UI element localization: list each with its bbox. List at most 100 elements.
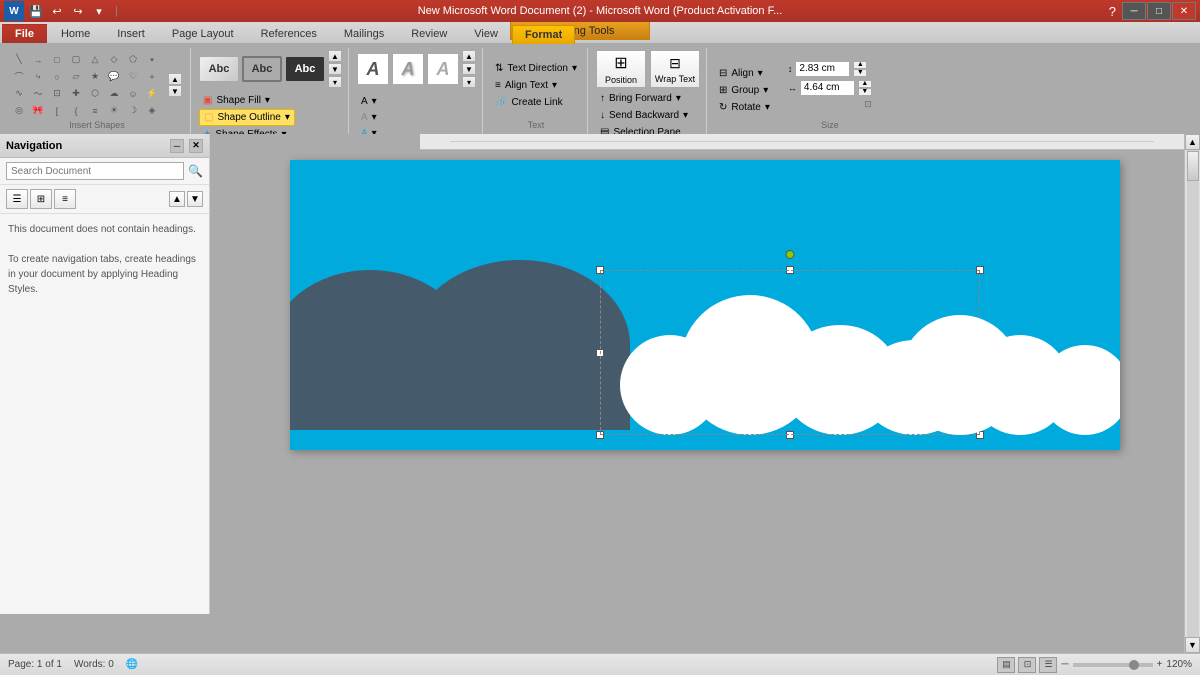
shape-oval[interactable]: ○ <box>48 69 66 85</box>
align-btn[interactable]: ⊟ Align ▾ <box>715 66 774 81</box>
text-direction-btn[interactable]: ⇅ Text Direction ▾ <box>491 61 581 76</box>
send-backward-btn[interactable]: ↓ Send Backward ▾ <box>596 108 692 123</box>
styles-scroll-more[interactable]: ▾ <box>328 76 342 88</box>
shape-smiley[interactable]: ☺ <box>124 86 142 102</box>
nav-view-grid[interactable]: ⊞ <box>30 189 52 209</box>
nav-view-list[interactable]: ☰ <box>6 189 28 209</box>
save-button[interactable]: 💾 <box>27 2 45 20</box>
view-full-btn[interactable]: ⊡ <box>1018 657 1036 673</box>
shape-arrow[interactable]: → <box>29 52 47 68</box>
maximize-button[interactable]: □ <box>1147 2 1171 20</box>
wordart-scroll-up[interactable]: ▲ <box>462 50 476 62</box>
tab-insert[interactable]: Insert <box>104 24 158 43</box>
text-direction-arrow[interactable]: ▾ <box>572 63 577 74</box>
help-button[interactable]: ? <box>1109 4 1116 19</box>
shape-brace[interactable]: { <box>67 103 85 119</box>
nav-close-btn[interactable]: ✕ <box>189 139 203 153</box>
customize-qa-button[interactable]: ▾ <box>90 2 108 20</box>
create-link-btn[interactable]: 🔗 Create Link <box>491 95 581 110</box>
style-swatch-1[interactable]: Abc <box>199 56 239 82</box>
style-swatch-3[interactable]: Abc <box>285 56 325 82</box>
nav-collapse-btn[interactable]: ─ <box>170 139 184 153</box>
shape-sun[interactable]: ☀ <box>105 103 123 119</box>
tab-review[interactable]: Review <box>398 24 460 43</box>
shape-callout[interactable]: 💬 <box>105 69 123 85</box>
zoom-slider-thumb[interactable] <box>1129 660 1139 670</box>
width-input[interactable] <box>800 80 855 96</box>
shape-more[interactable]: ▾ <box>143 52 161 68</box>
outline-dropdown-icon[interactable]: ▾ <box>285 112 290 123</box>
shape-lightning[interactable]: ⚡ <box>143 86 161 102</box>
shape-scribble[interactable]: 〜 <box>29 86 47 102</box>
shape-textbox[interactable]: ⊡ <box>48 86 66 102</box>
search-input[interactable] <box>6 162 184 180</box>
align-arrow[interactable]: ▾ <box>758 68 763 79</box>
view-web-btn[interactable]: ☰ <box>1039 657 1057 673</box>
wordart-btn-3[interactable]: A <box>427 53 459 85</box>
zoom-in-btn[interactable]: + <box>1157 659 1163 670</box>
align-text-btn[interactable]: ≡ Align Text ▾ <box>491 78 581 93</box>
nav-next-btn[interactable]: ▼ <box>187 191 203 207</box>
tab-view[interactable]: View <box>461 24 511 43</box>
width-up[interactable]: ▲ <box>858 80 872 88</box>
tab-file[interactable]: File <box>2 24 47 43</box>
tab-home[interactable]: Home <box>48 24 103 43</box>
wordart-scroll-more[interactable]: ▾ <box>462 76 476 88</box>
zoom-slider[interactable] <box>1073 663 1153 667</box>
shape-rect[interactable]: □ <box>48 52 66 68</box>
styles-scroll-down[interactable]: ▼ <box>328 63 342 75</box>
shape-moon[interactable]: ☽ <box>124 103 142 119</box>
document-area[interactable] <box>210 134 1200 614</box>
size-expand-icon[interactable]: ⊡ <box>788 99 872 110</box>
group-btn[interactable]: ⊞ Group ▾ <box>715 83 774 98</box>
shape-outline-btn[interactable]: ▢ Shape Outline ▾ <box>199 109 295 126</box>
nav-prev-btn[interactable]: ▲ <box>169 191 185 207</box>
width-down[interactable]: ▼ <box>858 88 872 96</box>
shape-triangle[interactable]: △ <box>86 52 104 68</box>
height-input[interactable] <box>795 61 850 77</box>
shapes-scroll-down[interactable]: ▼ <box>168 85 182 97</box>
shape-line[interactable]: ╲ <box>10 52 28 68</box>
document-page[interactable] <box>290 160 1120 450</box>
wordart-btn-2[interactable]: A <box>392 53 424 85</box>
shape-heart[interactable]: ♡ <box>124 69 142 85</box>
bring-forward-btn[interactable]: ↑ Bring Forward ▾ <box>596 91 692 106</box>
group-arrow[interactable]: ▾ <box>763 85 768 96</box>
search-icon[interactable]: 🔍 <box>188 164 203 178</box>
redo-button[interactable]: ↪ <box>69 2 87 20</box>
shape-curve[interactable]: ⌒ <box>10 69 28 85</box>
rotate-arrow[interactable]: ▾ <box>765 102 770 113</box>
scroll-down-btn[interactable]: ▼ <box>1185 637 1200 653</box>
wrap-text-btn[interactable]: ⊟ Wrap Text <box>650 50 700 88</box>
text-fill-btn[interactable]: A ▾ <box>357 94 381 109</box>
nav-view-detail[interactable]: ≡ <box>54 189 76 209</box>
shape-extra[interactable]: + <box>143 69 161 85</box>
shape-flowchart[interactable]: ◎ <box>10 103 28 119</box>
view-print-btn[interactable]: ▤ <box>997 657 1015 673</box>
language-icon[interactable]: 🌐 <box>126 659 138 670</box>
shape-equation[interactable]: ≡ <box>86 103 104 119</box>
undo-button[interactable]: ↩ <box>48 2 66 20</box>
position-btn[interactable]: ⊞ Position <box>596 50 646 88</box>
scroll-up-btn[interactable]: ▲ <box>1185 134 1200 150</box>
style-swatch-2[interactable]: Abc <box>242 56 282 82</box>
shape-pentagon[interactable]: ⬠ <box>124 52 142 68</box>
shape-connector[interactable]: ⤷ <box>29 69 47 85</box>
tab-page-layout[interactable]: Page Layout <box>159 24 247 43</box>
wordart-scroll-down[interactable]: ▼ <box>462 63 476 75</box>
shape-hexagon[interactable]: ⬡ <box>86 86 104 102</box>
shape-cloud[interactable]: ☁ <box>105 86 123 102</box>
bring-forward-arrow[interactable]: ▾ <box>676 93 681 104</box>
shape-star[interactable]: ★ <box>86 69 104 85</box>
shape-diamond[interactable]: ◇ <box>105 52 123 68</box>
height-down[interactable]: ▼ <box>853 69 867 77</box>
shape-bracket[interactable]: [ <box>48 103 66 119</box>
tab-format[interactable]: Format <box>512 25 575 44</box>
zoom-out-btn[interactable]: ─ <box>1061 659 1068 670</box>
shape-cross[interactable]: ✚ <box>67 86 85 102</box>
shape-misc[interactable]: ◈ <box>143 103 161 119</box>
tab-mailings[interactable]: Mailings <box>331 24 397 43</box>
wordart-btn-1[interactable]: A <box>357 53 389 85</box>
close-button[interactable]: ✕ <box>1172 2 1196 20</box>
text-outline-btn[interactable]: A ▾ <box>357 110 381 125</box>
